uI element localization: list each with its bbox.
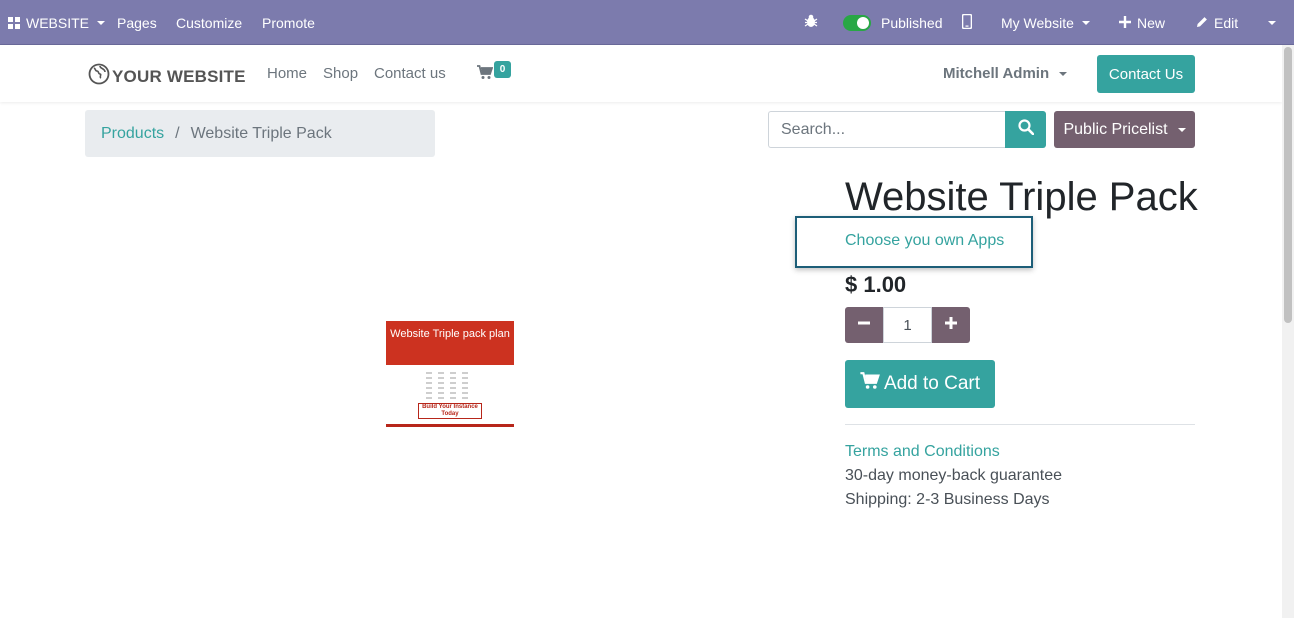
toggle-switch-icon (843, 14, 871, 31)
quantity-increase-button[interactable] (932, 307, 970, 343)
apps-grid-icon (8, 16, 20, 29)
quantity-input[interactable] (883, 307, 932, 343)
new-button[interactable]: New (1119, 0, 1165, 45)
edit-dropdown-toggle[interactable] (1266, 0, 1276, 45)
product-price: $ 1.00 (845, 272, 907, 297)
globe-icon (88, 63, 110, 90)
product-image-app-grid (426, 369, 474, 399)
promote-menu[interactable]: Promote (262, 0, 315, 45)
chevron-down-icon (1268, 20, 1276, 25)
edit-button[interactable]: Edit (1196, 0, 1238, 45)
user-name: Mitchell Admin (943, 65, 1050, 82)
cart-button[interactable] (477, 65, 494, 85)
published-label: Published (881, 14, 943, 31)
chevron-down-icon (1081, 20, 1090, 25)
user-menu[interactable]: Mitchell Admin (943, 65, 1068, 82)
bug-icon (804, 14, 818, 31)
mobile-icon (961, 13, 973, 32)
edit-label: Edit (1214, 14, 1239, 31)
website-app-label: WEBSITE (26, 14, 90, 31)
product-image-caption: Build Your Instance Today (418, 403, 482, 419)
quantity-decrease-button[interactable] (845, 307, 883, 343)
site-logo[interactable]: YOUR WEBSITE (88, 63, 246, 90)
website-switcher-label: My Website (1001, 14, 1074, 31)
contact-us-button[interactable]: Contact Us (1097, 55, 1195, 93)
product-image: Website Triple pack plan Build Your Inst… (386, 321, 514, 427)
pricelist-label: Public Pricelist (1063, 120, 1168, 138)
breadcrumb: Products / Website Triple Pack (85, 110, 435, 157)
scrollbar-thumb[interactable] (1284, 47, 1292, 323)
breadcrumb-products-link[interactable]: Products (101, 125, 164, 143)
cart-count-badge: 0 (494, 61, 511, 78)
plus-icon (944, 316, 958, 335)
debug-button[interactable] (804, 0, 818, 45)
logo-text: YOUR WEBSITE (112, 66, 246, 86)
product-image-headline: Website Triple pack plan (386, 321, 514, 365)
published-toggle[interactable]: Published (843, 0, 943, 45)
new-label: New (1137, 14, 1166, 31)
pencil-icon (1196, 15, 1208, 31)
search-icon (1017, 119, 1034, 140)
site-header: YOUR WEBSITE Home Shop Contact us 0 Mitc… (0, 45, 1282, 102)
customize-menu[interactable]: Customize (176, 0, 242, 45)
chevron-down-icon (1177, 127, 1186, 132)
terms-and-conditions-link[interactable]: Terms and Conditions (845, 443, 1000, 461)
add-to-cart-label: Add to Cart (883, 373, 981, 394)
plus-icon (1119, 15, 1131, 31)
pages-menu[interactable]: Pages (117, 0, 157, 45)
shipping-text: Shipping: 2-3 Business Days (845, 491, 1050, 508)
product-title: Website Triple Pack (845, 175, 1198, 219)
cart-icon (477, 65, 494, 84)
nav-contact-us[interactable]: Contact us (374, 65, 446, 82)
chevron-down-icon (1059, 71, 1068, 76)
website-switcher[interactable]: My Website (1001, 0, 1090, 45)
admin-bar: WEBSITE Pages Customize Promote Publishe… (0, 0, 1294, 45)
nav-home[interactable]: Home (267, 65, 307, 82)
breadcrumb-current: Website Triple Pack (190, 124, 332, 142)
website-app-menu[interactable]: WEBSITE (8, 0, 106, 45)
search-input[interactable] (768, 111, 1006, 148)
breadcrumb-separator: / (175, 124, 180, 142)
product-subtitle-link[interactable]: Choose you own Apps (845, 232, 1004, 250)
add-to-cart-button[interactable]: Add to Cart (845, 360, 995, 408)
search-button[interactable] (1005, 111, 1046, 148)
cart-icon (860, 372, 880, 396)
pricelist-dropdown[interactable]: Public Pricelist (1054, 111, 1195, 148)
nav-shop[interactable]: Shop (323, 65, 358, 82)
minus-icon (857, 316, 871, 335)
chevron-down-icon (97, 20, 106, 25)
divider (845, 424, 1195, 425)
mobile-preview-button[interactable] (961, 0, 973, 45)
guarantee-text: 30-day money-back guarantee (845, 467, 1063, 484)
